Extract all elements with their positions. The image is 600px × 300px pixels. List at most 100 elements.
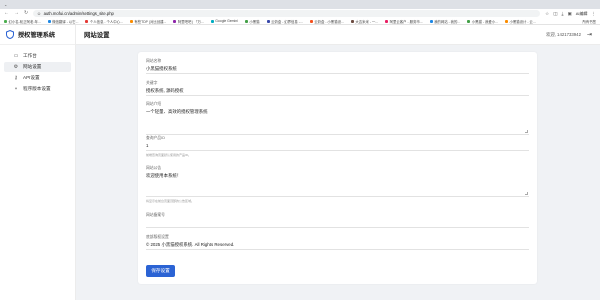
icp-field: 网站备案号 — [146, 213, 529, 228]
page-title: 网站设置 — [84, 32, 110, 39]
bookmark-label: 云奶盒 - 幻界信息 -... — [271, 19, 303, 24]
icp-input[interactable] — [146, 220, 529, 228]
copyright-field: 底部版权设置 © 2025 小黑猫授权系统. All Rights Reserv… — [146, 235, 529, 250]
star-icon[interactable]: ☆ — [545, 11, 549, 17]
notice-field: 网站公告 欢迎使用本系统！ 将显示在前台页面顶部的公告区域。 — [146, 166, 529, 203]
sidebar-item-site-settings[interactable]: ⚙ 网站设置 — [4, 62, 71, 72]
sidebar: 授权管理系统 ▭ 工作台 ⚙ 网站设置 ⚷ API设置 ⑂ 程序版本设置 — [0, 25, 76, 300]
code-branch-icon: ⑂ — [14, 85, 18, 92]
bookmark-item[interactable]: 我的网站 - 我的... — [429, 19, 461, 24]
keywords-label: 关键字 — [146, 81, 158, 85]
keywords-field: 关键字 授权系统, 源码授权 — [146, 81, 529, 96]
bookmark-label: 我的网站 - 我的... — [434, 19, 461, 24]
bookmark-item[interactable]: 个人信息 - 个人中心... — [85, 19, 123, 24]
notice-hint: 将显示在前台页面顶部的公告区域。 — [146, 199, 195, 203]
product-id-hint: 前端查询页面默认使用的产品ID。 — [146, 153, 192, 157]
bookmark-favicon-icon — [129, 19, 133, 23]
bookmark-item[interactable]: 小黑猫设计 - 云... — [504, 19, 536, 24]
sidebar-item-label: 工作台 — [23, 53, 37, 58]
logout-icon[interactable]: ⇥ — [587, 32, 592, 38]
bookmark-favicon-icon — [385, 19, 389, 23]
bookmark-item[interactable]: 小黑猫 — [244, 19, 260, 24]
bookmark-label: 小黑猫设计 - 云... — [509, 19, 536, 24]
download-icon[interactable]: ⤓ — [561, 11, 563, 16]
bookmark-favicon-icon — [467, 19, 471, 23]
bookmark-item[interactable]: 云奶盒 - 小黑猫设... — [309, 19, 344, 24]
url-text: auth.mofui.cn/admin/settings_site.php — [43, 11, 114, 16]
bookmark-favicon-icon — [244, 19, 248, 23]
profile-button[interactable]: AI编辑 — [576, 11, 588, 17]
bookmark-item[interactable]: 阿里云客户 - 服务市... — [385, 19, 423, 24]
bookmark-favicon-icon — [4, 19, 7, 23]
bookmark-item[interactable]: 小黑猫 - 我爱小... — [467, 19, 498, 24]
bookmark-item[interactable]: 有些TDP (对比创建... — [129, 19, 167, 24]
bookmark-favicon-icon — [266, 19, 270, 23]
description-textarea[interactable]: 一个轻量、高效的授权管理系统 — [146, 109, 529, 135]
notice-text: 欢迎使用本系统！ — [146, 173, 182, 178]
bookmark-label: 幻小名-轮正阿老-年... — [8, 19, 41, 24]
icp-label: 网站备案号 — [146, 213, 165, 217]
site-name-label: 网站名称 — [146, 59, 162, 63]
browser-tab-strip: ⌄ — [0, 0, 600, 9]
bookmark-item[interactable]: 云奶盒 - 幻界信息 -... — [266, 19, 303, 24]
bookmark-favicon-icon — [350, 19, 354, 23]
bookmark-label: 小黑猫 - 我爱小... — [471, 19, 498, 24]
sidebar-menu: ▭ 工作台 ⚙ 网站设置 ⚷ API设置 ⑂ 程序版本设置 — [0, 45, 75, 94]
all-bookmarks-button[interactable]: 所有书签 — [582, 19, 596, 24]
bookmark-label: 微信翻译 - 以它... — [52, 19, 79, 24]
brand-title: 授权管理系统 — [18, 32, 56, 39]
bookmark-label: 有些TDP (对比创建... — [134, 19, 167, 24]
product-id-input[interactable]: 1 — [146, 143, 529, 151]
product-id-field: 查询产品ID 1 前端查询页面默认使用的产品ID。 — [146, 136, 529, 157]
bookmark-favicon-icon — [85, 19, 89, 23]
gear-icon: ⚙ — [13, 63, 19, 70]
key-icon: ⚷ — [14, 74, 18, 81]
bookmark-favicon-icon — [47, 19, 51, 23]
copyright-label: 底部版权设置 — [146, 235, 169, 239]
sidebar-item-dashboard[interactable]: ▭ 工作台 — [4, 51, 71, 61]
address-bar[interactable]: ⊜ auth.mofui.cn/admin/settings_site.php — [33, 10, 541, 17]
save-settings-button[interactable]: 保存设置 — [146, 265, 175, 277]
description-field: 网站介绍 一个轻量、高效的授权管理系统 — [146, 102, 529, 135]
description-label: 网站介绍 — [146, 102, 162, 106]
desktop-icon: ▭ — [13, 52, 19, 59]
back-icon[interactable]: ← — [4, 11, 9, 16]
bookmark-item[interactable]: 微信翻译 - 以它... — [47, 19, 79, 24]
bookmark-item[interactable]: 幻小名-轮正阿老-年... — [4, 19, 41, 24]
bookmark-label: 阿里云客户 - 服务市... — [389, 19, 423, 24]
description-text: 一个轻量、高效的授权管理系统 — [146, 109, 208, 114]
welcome-text: 欢迎, 1421733942 — [546, 31, 581, 37]
bookmark-favicon-icon — [309, 19, 313, 23]
bookmark-label: 大吉米米 - 一... — [355, 19, 379, 24]
sidebar-item-version-settings[interactable]: ⑂ 程序版本设置 — [4, 84, 71, 94]
product-id-label: 查询产品ID — [146, 136, 165, 140]
bookmark-favicon-icon — [429, 19, 433, 23]
keywords-input[interactable]: 授权系统, 源码授权 — [146, 88, 529, 96]
bookmark-label: 个人信息 - 个人中心... — [89, 19, 123, 24]
bookmark-label: 云奶盒 - 小黑猫设... — [314, 19, 344, 24]
bookmarks-bar: 幻小名-轮正阿老-年... 微信翻译 - 以它... 个人信息 - 个人中心... 有… — [0, 18, 600, 25]
notice-textarea[interactable]: 欢迎使用本系统！ — [146, 173, 529, 197]
top-header: 网站设置 欢迎, 1421733942 ⇥ — [76, 25, 600, 45]
menu-icon[interactable]: ⋮ — [592, 11, 597, 17]
bookmark-label: Google Gemini — [215, 19, 238, 23]
bookmark-item[interactable]: 大吉米米 - 一... — [350, 19, 379, 24]
bookmark-favicon-icon — [504, 19, 508, 23]
site-info-icon[interactable]: ⊜ — [37, 11, 40, 16]
bookmark-label: 阿里吧吧 | 「万... — [177, 19, 204, 24]
shield-icon — [6, 30, 14, 39]
site-name-input[interactable]: 小黑猫授权系统 — [146, 66, 529, 74]
extensions-icon[interactable]: ◫ — [553, 11, 557, 17]
copyright-input[interactable]: © 2025 小黑猫授权系统. All Rights Reserved. — [146, 242, 529, 250]
bookmark-label: 小黑猫 — [249, 19, 260, 24]
sidebar-icon[interactable]: ▣ — [567, 11, 571, 17]
tab-search-button[interactable]: ⌄ — [4, 2, 7, 7]
reload-icon[interactable]: ↻ — [24, 11, 28, 16]
resize-handle[interactable] — [525, 130, 528, 133]
bookmark-item[interactable]: 阿里吧吧 | 「万... — [173, 19, 204, 24]
resize-handle[interactable] — [525, 192, 528, 195]
sidebar-item-api-settings[interactable]: ⚷ API设置 — [4, 73, 71, 83]
bookmark-item[interactable]: Google Gemini — [210, 19, 238, 23]
forward-icon[interactable]: → — [14, 11, 19, 16]
sidebar-item-label: API设置 — [23, 75, 40, 80]
